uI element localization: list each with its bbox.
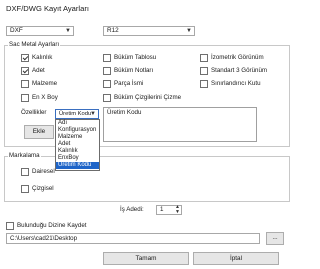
version-select[interactable]: R12 ▼: [103, 26, 195, 36]
no-bend-lines-checkbox[interactable]: [103, 94, 111, 102]
properties-list-item[interactable]: Üretim Kodu: [104, 108, 256, 117]
dropdown-option-material[interactable]: Malzeme: [56, 134, 99, 141]
dropdown-option-thickness[interactable]: Kalınlık: [56, 148, 99, 155]
material-checkbox[interactable]: [21, 80, 29, 88]
save-in-folder-checkbox[interactable]: [6, 222, 14, 230]
dropdown-option-configuration[interactable]: Konfigurasyon: [56, 127, 99, 134]
bounding-box-checkbox[interactable]: [200, 80, 208, 88]
marking-group: [4, 156, 290, 202]
bend-table-checkbox[interactable]: [103, 54, 111, 62]
marking-group-title: Markalama: [8, 152, 41, 159]
linear-label: Çizgisel: [32, 185, 54, 192]
path-input[interactable]: C:\Users\cad21\Desktop: [6, 233, 260, 244]
quantity-label: Adet: [32, 67, 45, 74]
dropdown-option-production-code[interactable]: Üretim Kodu: [56, 162, 99, 169]
thread-count-input[interactable]: 1 ▲ ▼: [156, 205, 182, 215]
format-value: DXF: [10, 27, 23, 34]
dropdown-option-quantity[interactable]: Adet: [56, 141, 99, 148]
circular-label: Dairesel: [32, 168, 55, 175]
isometric-view-label: İzometrik Görünüm: [211, 54, 264, 61]
bend-notes-label: Büküm Notları: [114, 67, 154, 74]
sheet-metal-group-title: Sac Metal Ayarları: [8, 41, 61, 48]
standard-3-view-label: Standart 3 Görünüm: [211, 67, 268, 74]
quantity-checkbox[interactable]: [21, 67, 29, 75]
chevron-down-icon: ▼: [186, 28, 192, 34]
width-length-checkbox[interactable]: [21, 94, 29, 102]
part-name-label: Parça İsmi: [114, 80, 144, 87]
chevron-down-icon: ▼: [90, 111, 96, 117]
isometric-view-checkbox[interactable]: [200, 54, 208, 62]
ok-button[interactable]: Tamam: [103, 252, 189, 265]
properties-dropdown-list[interactable]: Adı Konfigurasyon Malzeme Adet Kalınlık …: [55, 119, 100, 171]
save-in-folder-label: Bulunduğu Dizine Kaydet: [17, 222, 87, 229]
add-button[interactable]: Ekle: [24, 125, 54, 139]
width-length-label: En X Boy: [32, 94, 58, 101]
no-bend-lines-label: Büküm Çizgilerini Çizme: [114, 94, 182, 101]
circular-checkbox[interactable]: [21, 168, 29, 176]
part-name-checkbox[interactable]: [103, 80, 111, 88]
properties-label: Özellikler: [21, 109, 47, 116]
version-value: R12: [107, 27, 119, 34]
thickness-checkbox[interactable]: [21, 54, 29, 62]
properties-selected-value: Üretim Kodu: [59, 111, 92, 117]
standard-3-view-checkbox[interactable]: [200, 67, 208, 75]
bend-table-label: Büküm Tablosu: [114, 54, 157, 61]
thickness-label: Kalınlık: [32, 54, 53, 61]
thread-count-label: İş Adedi:: [120, 206, 144, 213]
linear-checkbox[interactable]: [21, 185, 29, 193]
bounding-box-label: Sınırlandırıcı Kutu: [211, 80, 261, 87]
properties-select[interactable]: Üretim Kodu ▼: [55, 109, 99, 119]
cancel-button[interactable]: İptal: [193, 252, 279, 265]
properties-list[interactable]: Üretim Kodu: [103, 107, 257, 142]
chevron-down-icon: ▼: [65, 28, 71, 34]
browse-button[interactable]: ...: [266, 232, 284, 245]
dropdown-option-name[interactable]: Adı: [56, 120, 99, 127]
window-title: DXF/DWG Kayıt Ayarları: [6, 4, 89, 13]
spinner-arrows-icon[interactable]: ▲ ▼: [175, 205, 180, 215]
format-select[interactable]: DXF ▼: [6, 26, 74, 36]
material-label: Malzeme: [32, 80, 58, 87]
dropdown-option-width-length[interactable]: EnxBoy: [56, 155, 99, 162]
thread-count-value: 1: [160, 206, 164, 213]
bend-notes-checkbox[interactable]: [103, 67, 111, 75]
